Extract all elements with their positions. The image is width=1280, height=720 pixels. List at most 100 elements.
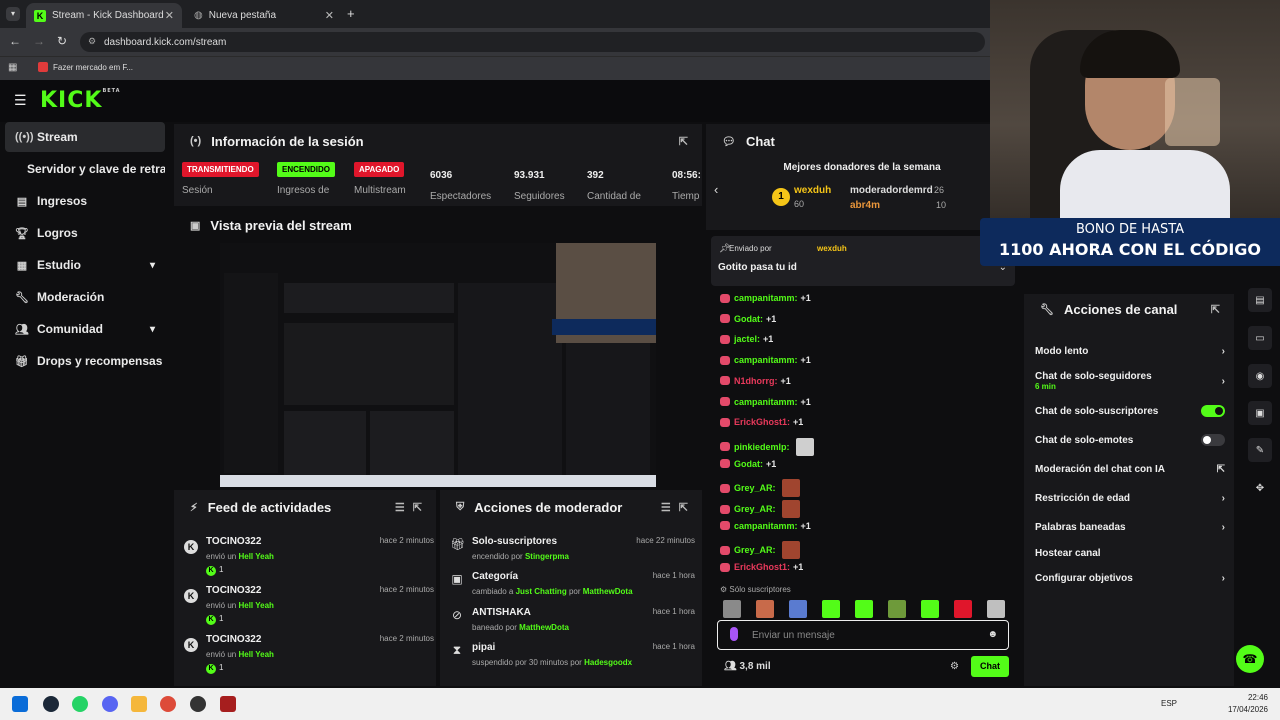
rail-wrench-icon[interactable]: ✎ xyxy=(1248,438,1272,462)
chat-username[interactable]: Godat: xyxy=(734,459,763,469)
site-info-icon[interactable]: ⚙ xyxy=(88,36,96,47)
stream-preview-video[interactable] xyxy=(220,243,656,487)
whatsapp-icon[interactable] xyxy=(72,696,88,712)
popout-icon[interactable]: ⇱ xyxy=(679,135,688,148)
chat-settings-icon[interactable]: ⚙ xyxy=(950,661,959,672)
new-tab-icon[interactable]: + xyxy=(347,6,355,21)
clock-date[interactable]: 17/04/2026 xyxy=(1222,705,1268,714)
steam-icon[interactable] xyxy=(43,696,59,712)
chevron-left-icon[interactable]: ‹ xyxy=(714,182,718,197)
popout-icon[interactable]: ⇱ xyxy=(413,501,422,514)
chat-username[interactable]: campanitamm: xyxy=(734,355,798,365)
folder-icon[interactable] xyxy=(131,696,147,712)
stat-ingresos: ENCENDIDO Ingresos de xyxy=(277,162,336,196)
chat-username[interactable]: campanitamm: xyxy=(734,521,798,531)
filter-icon[interactable]: ☰ xyxy=(395,501,405,514)
feed-item: K TOCINO322 envió un Hell Yeah K1 hace 2… xyxy=(184,585,434,633)
discord-icon[interactable] xyxy=(102,696,118,712)
emote-icon[interactable] xyxy=(789,600,807,618)
rail-apps-icon[interactable]: ✥ xyxy=(1248,476,1272,500)
rail-note-icon[interactable]: ▤ xyxy=(1248,288,1272,312)
kick-logo[interactable]: KICKBETA xyxy=(40,88,121,113)
session-info-panel: (•) Información de la sesión ⇱ TRANSMITI… xyxy=(174,124,702,206)
sidebar-item-server-key[interactable]: Servidor y clave de retransmisión xyxy=(5,154,165,184)
action-subs-only[interactable]: Chat de solo-suscriptores xyxy=(1035,405,1225,417)
pinned-message[interactable]: 📌︎ Enviado por wexduh Gotito pasa tu id … xyxy=(711,236,1015,286)
clock-time[interactable]: 22:46 xyxy=(1222,693,1268,702)
filter-icon[interactable]: ☰ xyxy=(661,501,671,514)
apps-icon[interactable]: ▦ xyxy=(8,62,17,73)
rail-broadcast-icon[interactable]: ◉ xyxy=(1248,364,1272,388)
emote-icon[interactable] xyxy=(987,600,1005,618)
external-link-icon: ⇱ xyxy=(1216,464,1225,475)
chat-username[interactable]: ErickGhost1: xyxy=(734,417,790,427)
send-chat-button[interactable]: Chat xyxy=(971,656,1009,677)
rail-chat-icon[interactable]: ▭ xyxy=(1248,326,1272,350)
forward-icon[interactable]: → xyxy=(33,34,45,48)
action-ai-moderation[interactable]: Moderación del chat con IA ⇱ xyxy=(1035,464,1225,475)
start-icon[interactable] xyxy=(12,696,28,712)
chat-message: Godat: +1 xyxy=(720,314,776,324)
menu-icon[interactable]: ☰ xyxy=(14,92,27,109)
close-tab-icon[interactable]: ✕ xyxy=(165,9,174,22)
sidebar-item-estudio[interactable]: ▦ Estudio ▾ xyxy=(5,250,165,280)
reload-icon[interactable]: ↻ xyxy=(57,34,67,48)
emote-icon[interactable] xyxy=(756,600,774,618)
url-field[interactable]: ⚙ dashboard.kick.com/stream xyxy=(80,32,985,52)
obs-icon[interactable] xyxy=(190,696,206,712)
popout-icon[interactable]: ⇱ xyxy=(679,501,688,514)
action-goals[interactable]: Configurar objetivos › xyxy=(1035,573,1225,584)
sidebar-item-drops[interactable]: 🎁︎ Drops y recompensas xyxy=(5,346,165,376)
tab-search-icon[interactable]: ▾ xyxy=(6,7,20,21)
chat-username[interactable]: Godat: xyxy=(734,314,763,324)
sidebar-item-comunidad[interactable]: 👥︎ Comunidad ▾ xyxy=(5,314,165,344)
chat-username[interactable]: campanitamm: xyxy=(734,397,798,407)
sidebar-item-stream[interactable]: ((•)) Stream xyxy=(5,122,165,152)
help-button[interactable]: ☎ xyxy=(1236,645,1264,673)
emote-icon[interactable] xyxy=(888,600,906,618)
badge-icon xyxy=(720,562,730,572)
emote-icon[interactable] xyxy=(855,600,873,618)
chat-username[interactable]: ErickGhost1: xyxy=(734,562,790,572)
mic-icon[interactable] xyxy=(730,627,738,641)
sidebar-item-logros[interactable]: 🏆︎ Logros xyxy=(5,218,165,248)
chat-username[interactable]: pinkiedemlp: xyxy=(734,442,790,452)
emote-icon[interactable] xyxy=(921,600,939,618)
emote-icon[interactable] xyxy=(822,600,840,618)
sidebar-item-ingresos[interactable]: ▤ Ingresos xyxy=(5,186,165,216)
chat-username[interactable]: N1dhorrg: xyxy=(734,376,778,386)
chat-username[interactable]: jactel: xyxy=(734,334,760,344)
feed-item: K TOCINO322 envió un Hell Yeah K1 hace 2… xyxy=(184,536,434,584)
back-icon[interactable]: ← xyxy=(9,34,21,48)
tab-kick-dashboard[interactable]: K Stream - Kick Dashboard ✕ xyxy=(26,3,182,28)
emoji-icon[interactable]: ☻ xyxy=(987,629,998,640)
action-banned-words[interactable]: Palabras baneadas › xyxy=(1035,522,1225,533)
chat-username[interactable]: campanitamm: xyxy=(734,293,798,303)
close-tab-icon[interactable]: ✕ xyxy=(325,9,334,22)
emotes-only-toggle[interactable] xyxy=(1201,434,1225,446)
subs-only-toggle[interactable] xyxy=(1201,405,1225,417)
chat-username[interactable]: Grey_AR: xyxy=(734,483,776,493)
chat-input[interactable]: Enviar un mensaje ☻ xyxy=(717,620,1009,650)
emote-icon[interactable] xyxy=(954,600,972,618)
action-age-restriction[interactable]: Restricción de edad › xyxy=(1035,493,1225,504)
chrome-icon[interactable] xyxy=(160,696,176,712)
emote-icon[interactable] xyxy=(723,600,741,618)
sidebar-item-moderacion[interactable]: 🔧︎ Moderación xyxy=(5,282,165,312)
chat-username[interactable]: Grey_AR: xyxy=(734,545,776,555)
action-host-channel[interactable]: Hostear canal xyxy=(1035,548,1225,559)
action-slow-mode[interactable]: Modo lento › xyxy=(1035,346,1225,357)
donor-amount: 26 xyxy=(934,185,945,195)
tab-new-tab[interactable]: ◍ Nueva pestaña ✕ xyxy=(186,3,342,28)
rail-layout-icon[interactable]: ▣ xyxy=(1248,401,1272,425)
chat-input-placeholder: Enviar un mensaje xyxy=(752,630,835,641)
chat-username[interactable]: Grey_AR: xyxy=(734,504,776,514)
dota-icon[interactable] xyxy=(220,696,236,712)
bookmark-link[interactable]: Fazer mercado em F... xyxy=(53,63,133,72)
language-indicator[interactable]: ESP xyxy=(1161,699,1177,708)
action-emotes-only[interactable]: Chat de solo-emotes xyxy=(1035,434,1225,446)
action-followers-only[interactable]: Chat de solo-seguidores 6 min › xyxy=(1035,371,1225,391)
subs-only-notice: ⚙ Sólo suscriptores xyxy=(720,585,791,594)
popout-icon[interactable]: ⇱ xyxy=(1211,303,1220,316)
chevron-right-icon: › xyxy=(1221,375,1225,387)
